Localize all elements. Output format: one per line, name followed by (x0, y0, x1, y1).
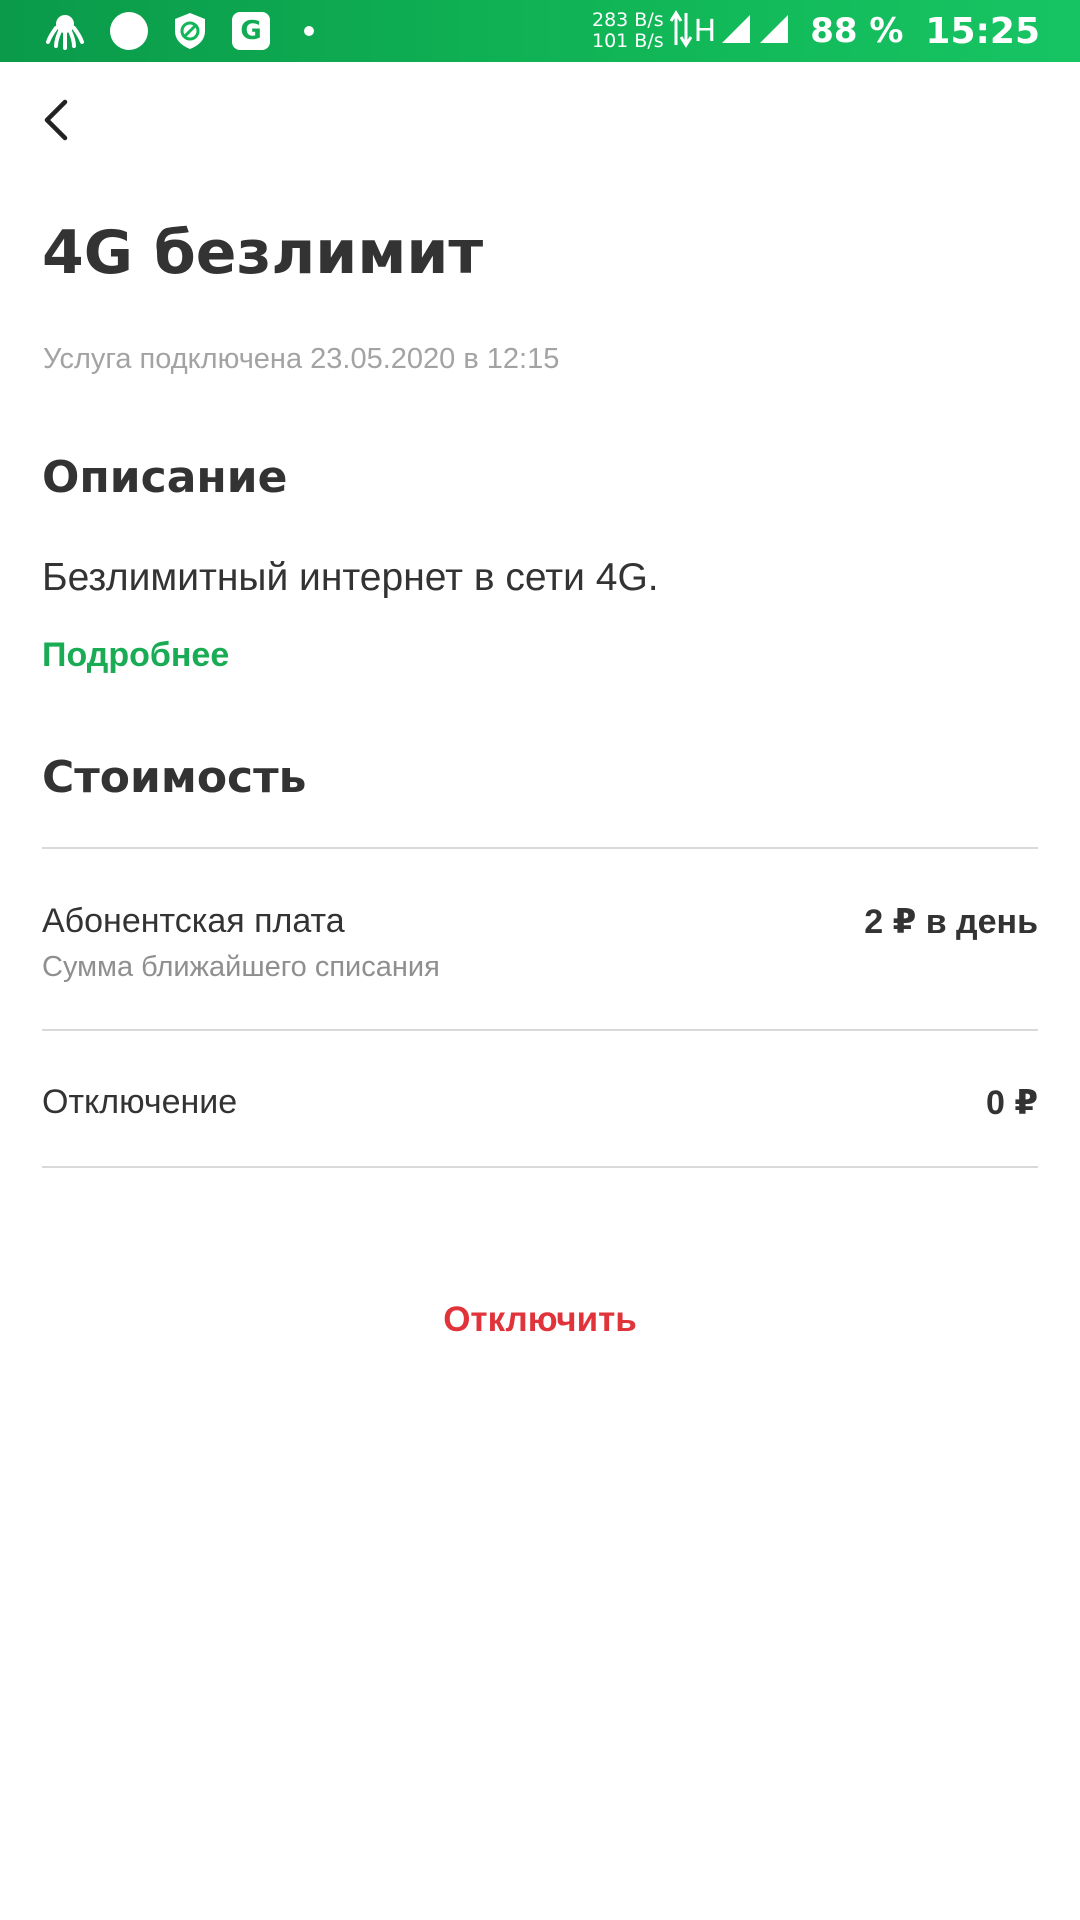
network-speed: 283 B/s 101 B/s (592, 10, 664, 52)
network-type: H (693, 13, 717, 49)
shield-icon (172, 11, 208, 51)
description-text: Безлимитный интернет в сети 4G. (42, 556, 659, 599)
divider (42, 1029, 1038, 1031)
cost-heading: Стоимость (42, 752, 307, 803)
status-bar: G 283 B/s 101 B/s H 88 % 15:25 (0, 0, 1080, 62)
g-app-icon: G (232, 12, 270, 50)
status-bar-system: 283 B/s 101 B/s H 88 % 15:25 (592, 8, 1040, 54)
battery-level: 88 % (810, 11, 904, 51)
data-arrows-icon (669, 9, 694, 54)
connection-date: Услуга подключена 23.05.2020 в 12:15 (43, 343, 560, 375)
speed-down: 101 B/s (591, 30, 664, 52)
divider (42, 847, 1038, 849)
divider (42, 1166, 1038, 1168)
octopus-icon (44, 10, 86, 52)
row-sublabel: Сумма ближайшего списания (42, 951, 440, 983)
speed-up: 283 B/s (591, 9, 664, 31)
status-bar-notifications: G (44, 10, 314, 52)
chevron-left-icon (44, 99, 68, 141)
signal-icon (758, 13, 796, 50)
clock: 15:25 (925, 10, 1040, 52)
page-title: 4G безлимит (42, 218, 484, 288)
row-label: Абонентская плата (42, 902, 345, 940)
row-value: 0 ₽ (985, 1084, 1038, 1122)
description-heading: Описание (42, 452, 288, 503)
more-details-link[interactable]: Подробнее (42, 636, 229, 675)
disconnect-button[interactable]: Отключить (0, 1300, 1080, 1340)
circle-icon (110, 12, 148, 50)
signal-icon (720, 13, 758, 50)
row-label: Отключение (42, 1083, 238, 1121)
row-value: 2 ₽ в день (864, 903, 1038, 941)
dot-icon (304, 26, 314, 36)
back-button[interactable] (32, 90, 80, 150)
